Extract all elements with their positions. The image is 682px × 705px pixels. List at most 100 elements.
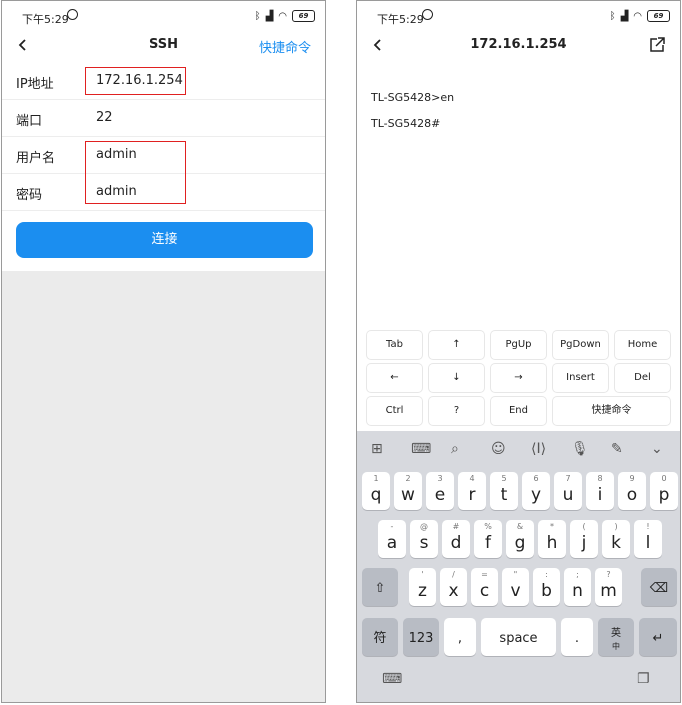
- terminal-line: TL-SG5428>en: [371, 91, 455, 104]
- language-switch-key[interactable]: 英 中: [598, 618, 634, 656]
- external-link-icon[interactable]: [648, 36, 666, 54]
- numbers-label: 123: [408, 631, 434, 646]
- microphone-icon[interactable]: 🎙: [571, 441, 589, 457]
- key-secondary-label: 1: [373, 474, 379, 483]
- key-primary-label: k: [611, 533, 621, 553]
- key-p[interactable]: 0p: [650, 472, 678, 510]
- key-s[interactable]: @ s: [410, 520, 438, 558]
- key-v[interactable]: " v: [502, 568, 529, 606]
- key-secondary-label: (: [582, 522, 586, 531]
- bluetooth-icon: ᛒ: [609, 10, 616, 22]
- key-primary-label: i: [597, 485, 603, 505]
- keyboard-layout-icon[interactable]: ⌨: [411, 441, 431, 457]
- key-r[interactable]: 4r: [458, 472, 486, 510]
- key-primary-label: f: [485, 533, 491, 553]
- alarm-icon: [422, 9, 433, 20]
- key-d[interactable]: # d: [442, 520, 470, 558]
- key-x[interactable]: / x: [440, 568, 467, 606]
- emoji-icon[interactable]: ☺: [491, 441, 506, 457]
- home-key[interactable]: Home: [615, 331, 670, 359]
- key-e[interactable]: 3e: [426, 472, 454, 510]
- down-arrow-key[interactable]: ↓: [429, 364, 484, 392]
- backspace-key[interactable]: ⌫: [641, 568, 677, 606]
- key-k[interactable]: ) k: [602, 520, 630, 558]
- comma-key[interactable]: ,: [444, 618, 476, 656]
- key-f[interactable]: % f: [474, 520, 502, 558]
- terminal-line: TL-SG5428#: [371, 117, 441, 130]
- key-z[interactable]: ' z: [409, 568, 436, 606]
- shortcut-commands-link[interactable]: 快捷命令: [259, 37, 311, 56]
- key-c[interactable]: = c: [471, 568, 498, 606]
- language-sub-label: 中: [612, 642, 620, 651]
- key-w[interactable]: 2w: [394, 472, 422, 510]
- language-label: 英: [611, 628, 621, 639]
- key-primary-label: p: [658, 485, 670, 505]
- key-primary-label: r: [468, 485, 476, 505]
- skin-icon[interactable]: ✎: [611, 441, 623, 457]
- period-label: .: [574, 631, 580, 646]
- battery-icon: 69: [292, 10, 315, 22]
- backspace-icon: ⌫: [649, 581, 669, 596]
- period-key[interactable]: .: [561, 618, 593, 656]
- clipboard-icon[interactable]: ❐: [637, 671, 650, 687]
- key-i[interactable]: 8i: [586, 472, 614, 510]
- wifi-icon: ◠: [278, 10, 287, 22]
- tab-key[interactable]: Tab: [367, 331, 422, 359]
- space-key[interactable]: space: [481, 618, 556, 656]
- shift-key[interactable]: ⇧: [362, 568, 398, 606]
- wifi-icon: ◠: [633, 10, 642, 22]
- symbols-key[interactable]: 符: [362, 618, 398, 656]
- enter-icon: ↵: [652, 631, 664, 646]
- key-primary-label: b: [541, 581, 552, 601]
- ssh-login-screen: 下午5:29 ᛒ ▟ ◠ 69 SSH 快捷命令 IP地址 172.16.1.2…: [1, 0, 326, 703]
- key-h[interactable]: * h: [538, 520, 566, 558]
- key-y[interactable]: 6y: [522, 472, 550, 510]
- status-time: 下午5:29: [377, 13, 424, 26]
- key-g[interactable]: & g: [506, 520, 534, 558]
- signal-icon: ▟: [265, 10, 274, 22]
- keyboard-icon[interactable]: ⌨: [382, 671, 402, 687]
- key-primary-label: z: [418, 581, 427, 601]
- connect-button[interactable]: 连接: [16, 222, 313, 258]
- insert-key[interactable]: Insert: [553, 364, 608, 392]
- key-a[interactable]: -a: [378, 520, 406, 558]
- key-u[interactable]: 7u: [554, 472, 582, 510]
- ctrl-key[interactable]: Ctrl: [367, 397, 422, 425]
- key-t[interactable]: 5t: [490, 472, 518, 510]
- key-n[interactable]: ; n: [564, 568, 591, 606]
- numbers-key[interactable]: 123: [403, 618, 439, 656]
- soft-keyboard: ⊞ ⌨ ⌕ ☺ ⟨I⟩ 🎙 ✎ ⌄ 1q2w3e4r5t6y7u8i9o0p -…: [357, 431, 680, 702]
- shortcut-commands-key[interactable]: 快捷命令: [553, 397, 670, 425]
- battery-icon: 69: [647, 10, 670, 22]
- search-icon[interactable]: ⌕: [451, 441, 459, 457]
- apps-grid-icon[interactable]: ⊞: [371, 441, 383, 457]
- key-primary-label: h: [546, 533, 558, 553]
- key-secondary-label: =: [481, 570, 488, 579]
- key-j[interactable]: (j: [570, 520, 598, 558]
- right-arrow-key[interactable]: →: [491, 364, 546, 392]
- key-o[interactable]: 9o: [618, 472, 646, 510]
- key-secondary-label: -: [390, 522, 394, 531]
- del-key[interactable]: Del: [615, 364, 670, 392]
- pgdown-key[interactable]: PgDown: [553, 331, 608, 359]
- collapse-keyboard-icon[interactable]: ⌄: [651, 441, 663, 457]
- key-secondary-label: 2: [405, 474, 411, 483]
- pgup-key[interactable]: PgUp: [491, 331, 546, 359]
- up-arrow-key[interactable]: ↑: [429, 331, 484, 359]
- enter-key[interactable]: ↵: [639, 618, 677, 656]
- key-q[interactable]: 1q: [362, 472, 390, 510]
- question-key[interactable]: ?: [429, 397, 484, 425]
- key-b[interactable]: :b: [533, 568, 560, 606]
- key-primary-label: o: [626, 485, 638, 505]
- end-key[interactable]: End: [491, 397, 546, 425]
- cursor-move-icon[interactable]: ⟨I⟩: [531, 441, 546, 457]
- page-title: 172.16.1.254: [470, 37, 567, 52]
- port-row: 端口 22: [2, 100, 325, 137]
- key-l[interactable]: ! l: [634, 520, 662, 558]
- key-m[interactable]: ? m: [595, 568, 622, 606]
- port-input[interactable]: 22: [96, 110, 113, 125]
- signal-icon: ▟: [620, 10, 629, 22]
- left-arrow-key[interactable]: ←: [367, 364, 422, 392]
- key-primary-label: d: [450, 533, 462, 553]
- highlight-box-ip: [85, 67, 186, 95]
